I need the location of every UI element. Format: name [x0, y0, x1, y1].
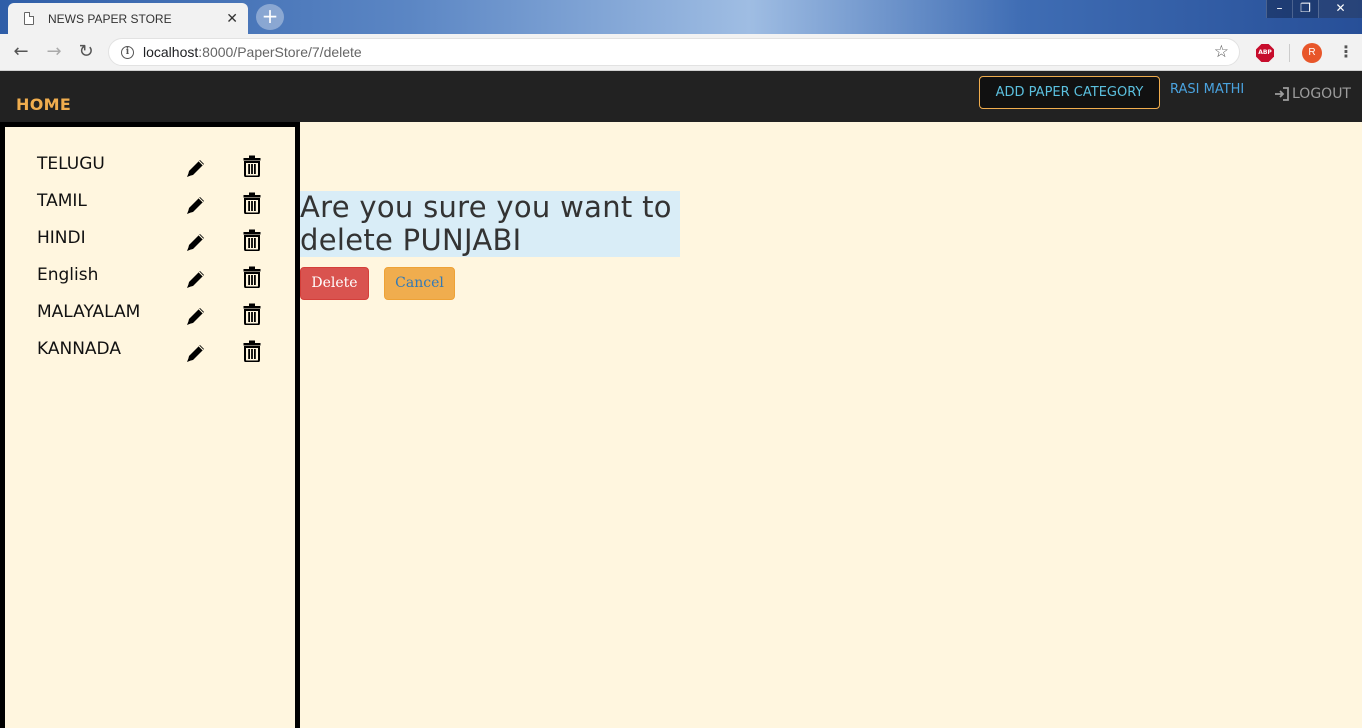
- log-in-icon: [1275, 87, 1289, 101]
- category-row: English: [5, 265, 295, 295]
- pencil-icon[interactable]: [185, 157, 207, 179]
- confirm-line-1: Are you sure you want to: [300, 190, 672, 224]
- trash-icon[interactable]: [243, 229, 261, 251]
- toolbar-divider: [1289, 44, 1290, 62]
- category-label[interactable]: TAMIL: [37, 191, 87, 211]
- category-sidebar: TELUGU TAMIL HINDI English MALAYALAM KANNADA: [0, 122, 300, 728]
- bookmark-star-icon[interactable]: ☆: [1214, 42, 1229, 62]
- profile-avatar[interactable]: R: [1302, 43, 1322, 63]
- category-row: TAMIL: [5, 191, 295, 221]
- user-name-link[interactable]: RASI MATHI: [1170, 82, 1244, 97]
- pencil-icon[interactable]: [185, 194, 207, 216]
- category-row: TELUGU: [5, 154, 295, 184]
- tab-title: NEWS PAPER STORE: [48, 11, 172, 26]
- restore-button[interactable]: ❐: [1292, 0, 1318, 18]
- info-icon[interactable]: i: [121, 45, 134, 59]
- browser-titlebar: NEWS PAPER STORE ✕ + – ❐ ✕: [0, 0, 1362, 34]
- close-window-button[interactable]: ✕: [1318, 0, 1362, 18]
- page-icon: [24, 12, 34, 25]
- logout-link[interactable]: LOGOUT: [1274, 86, 1351, 102]
- add-paper-category-button[interactable]: ADD PAPER CATEGORY: [979, 76, 1160, 109]
- home-link[interactable]: HOME: [16, 95, 71, 114]
- pencil-icon[interactable]: [185, 268, 207, 290]
- trash-icon[interactable]: [243, 340, 261, 362]
- window-controls: – ❐ ✕: [1266, 0, 1362, 18]
- tab-close-icon[interactable]: ✕: [226, 11, 238, 27]
- browser-toolbar: ← → ↻ i localhost:8000/PaperStore/7/dele…: [0, 34, 1362, 71]
- pencil-icon[interactable]: [185, 305, 207, 327]
- category-row: KANNADA: [5, 339, 295, 369]
- pencil-icon[interactable]: [185, 231, 207, 253]
- logout-label: LOGOUT: [1292, 86, 1351, 102]
- adblock-icon[interactable]: ABP: [1256, 44, 1274, 62]
- category-row: HINDI: [5, 228, 295, 258]
- category-row: MALAYALAM: [5, 302, 295, 332]
- trash-icon[interactable]: [243, 155, 261, 177]
- category-label[interactable]: English: [37, 265, 98, 285]
- browser-tab[interactable]: NEWS PAPER STORE ✕: [8, 3, 248, 34]
- category-label[interactable]: HINDI: [37, 228, 86, 248]
- trash-icon[interactable]: [243, 303, 261, 325]
- category-label[interactable]: KANNADA: [37, 339, 121, 359]
- address-bar[interactable]: i localhost:8000/PaperStore/7/delete ☆: [108, 38, 1240, 66]
- pencil-icon[interactable]: [185, 342, 207, 364]
- app-navbar: HOME ADD PAPER CATEGORY RASI MATHI LOGOU…: [0, 71, 1362, 122]
- cancel-button[interactable]: Cancel: [384, 267, 455, 300]
- delete-confirmation-heading: Are you sure you want to delete PUNJABI: [300, 191, 680, 257]
- url-text: localhost:8000/PaperStore/7/delete: [143, 44, 362, 60]
- new-tab-button[interactable]: +: [256, 4, 284, 30]
- category-label[interactable]: MALAYALAM: [37, 302, 140, 322]
- trash-icon[interactable]: [243, 192, 261, 214]
- category-label[interactable]: TELUGU: [37, 154, 105, 174]
- confirm-line-2: delete PUNJABI: [300, 223, 522, 257]
- kebab-menu-icon[interactable]: ⋮: [1338, 41, 1354, 63]
- trash-icon[interactable]: [243, 266, 261, 288]
- back-arrow-icon[interactable]: ←: [10, 41, 32, 63]
- reload-icon[interactable]: ↻: [75, 41, 97, 63]
- delete-button[interactable]: Delete: [300, 267, 369, 300]
- minimize-button[interactable]: –: [1266, 0, 1292, 18]
- forward-arrow-icon[interactable]: →: [43, 41, 65, 63]
